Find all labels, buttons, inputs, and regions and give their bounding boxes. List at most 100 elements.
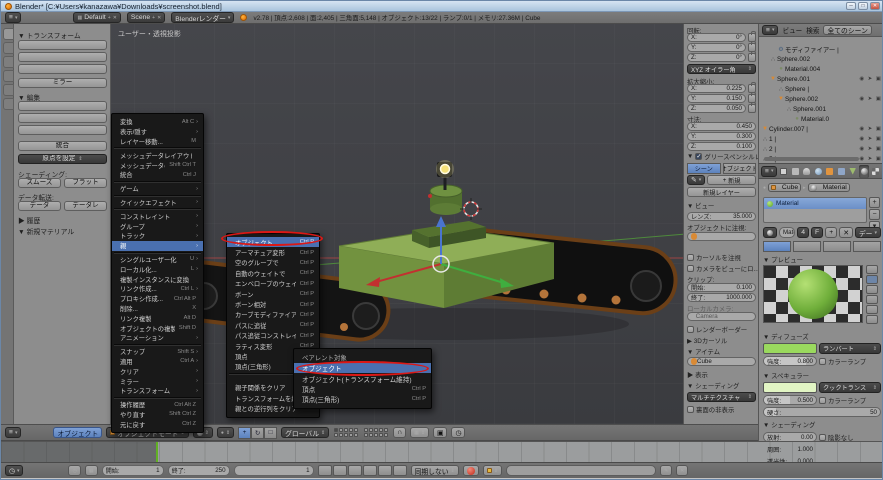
menu-item[interactable]: メッシュデータレイアウトを転送 — [112, 150, 203, 160]
outliner-row[interactable]: ⚙ モディファイアー | — [761, 44, 882, 54]
maximize-button[interactable]: □ — [858, 2, 868, 10]
breadcrumb-material[interactable]: Material — [823, 184, 847, 191]
fake-user-button[interactable]: F — [811, 227, 823, 238]
material-slot-list[interactable]: Material — [763, 197, 867, 223]
rotate-manipulator-button[interactable]: ↻ — [251, 427, 264, 439]
tab-material-icon[interactable] — [859, 165, 870, 178]
menu-item[interactable] — [112, 396, 203, 400]
tab-render-layers-icon[interactable] — [790, 165, 801, 178]
menu-item[interactable] — [112, 146, 203, 150]
submenu-item[interactable]: ボーン Ctrl P — [227, 289, 319, 299]
visibility-select-render-icons[interactable]: ◉ ➤ ▣ — [859, 146, 882, 152]
tab-scene-icon[interactable] — [801, 165, 812, 178]
material-name-field[interactable]: Mate — [779, 227, 795, 238]
dimension-field[interactable]: Y:0.300 — [687, 132, 756, 141]
submenu-item[interactable]: ボーン相対 Ctrl P — [227, 299, 319, 309]
shade-smooth-button[interactable]: スムーズ — [18, 178, 61, 188]
clip-end-field[interactable]: 終了:1000.000 — [687, 293, 756, 302]
transform-button[interactable] — [18, 52, 107, 62]
menu-item[interactable]: 元に戻す Ctrl Z — [112, 419, 203, 429]
submenu-item[interactable]: エンベロープのウェイトで Ctrl P — [227, 279, 319, 289]
lock-camera-checkbox[interactable] — [687, 265, 694, 272]
set-origin-dropdown[interactable]: 原点を設定⇕ — [18, 154, 107, 164]
menu-item[interactable]: トラック › — [112, 231, 203, 241]
material-type-tab[interactable] — [823, 241, 851, 252]
mirror-button[interactable]: ミラー — [18, 78, 107, 88]
specular-color-swatch[interactable] — [763, 382, 817, 393]
submenu-item[interactable]: アーマチュア変形 Ctrl P — [227, 247, 319, 257]
preview-panel-title[interactable]: ▼ プレビュー — [763, 255, 803, 264]
toolshelf-tab[interactable] — [3, 98, 14, 110]
render-opengl-button[interactable]: ▣ — [433, 427, 447, 438]
unlink-button[interactable]: ✕ — [839, 227, 853, 238]
outliner-item-label[interactable]: Sphere.002 — [777, 56, 810, 63]
sync-mode-dropdown[interactable]: 同期しない⇕ — [411, 465, 459, 476]
material-slot-name[interactable]: Material — [776, 200, 799, 207]
material-type-tab[interactable] — [763, 241, 791, 252]
menu-item[interactable]: 削除... X — [112, 304, 203, 314]
translate-manipulator-button[interactable]: + — [238, 427, 251, 439]
toolshelf-tab[interactable] — [3, 84, 14, 96]
shading-panel-title[interactable]: ▼ シェーディング — [687, 381, 739, 390]
rotation-field[interactable]: Z:0° — [687, 53, 746, 62]
data-button[interactable]: データ — [18, 201, 61, 211]
tab-world-icon[interactable] — [813, 165, 824, 178]
menu-item[interactable]: グループ › — [112, 221, 203, 231]
outliner-row[interactable]: ● Material.0 — [761, 114, 882, 124]
scale-field[interactable]: X:0.225 — [687, 84, 746, 93]
diffuse-intensity-slider[interactable]: 強度:0.800 — [763, 356, 817, 366]
tab-object-icon[interactable] — [824, 165, 835, 178]
render-engine-selector[interactable]: Blenderレンダー▾ — [171, 12, 234, 23]
preview-hair-button[interactable] — [866, 305, 878, 314]
toolshelf-tab[interactable] — [3, 56, 14, 68]
scale-manipulator-button[interactable]: □ — [264, 427, 277, 439]
menu-item[interactable] — [112, 180, 203, 184]
panel-history-title[interactable]: ▶ 履歴 — [18, 215, 40, 225]
item-panel-title[interactable]: ▼ アイテム — [687, 347, 720, 356]
editor-type-icon[interactable]: ≡▾ — [5, 427, 21, 438]
object-menu-button[interactable]: オブジェクト — [53, 427, 102, 438]
outliner-row[interactable]: ● Material.004 — [761, 64, 882, 74]
slot-remove-button[interactable]: − — [869, 209, 880, 220]
preview-flat-button[interactable] — [866, 265, 878, 274]
edit-button[interactable] — [18, 101, 107, 111]
panel-new-material-title[interactable]: ▼ 新規マテリアル — [18, 226, 74, 236]
breadcrumb-object[interactable]: Cube — [782, 184, 798, 191]
outliner-row[interactable]: ∴ Sphere | — [761, 84, 882, 94]
visibility-select-render-icons[interactable]: ◉ ➤ ▣ — [859, 126, 882, 132]
rotation-field[interactable]: Y:0° — [687, 43, 746, 52]
playback-button[interactable] — [318, 465, 332, 476]
editor-type-icon[interactable]: ◷▾ — [5, 465, 23, 476]
material-browse-button[interactable] — [763, 227, 777, 238]
outliner-hscrollbar[interactable] — [764, 157, 859, 161]
menu-item[interactable]: 複製インスタンスに変換 — [112, 274, 203, 284]
lock-cursor-checkbox[interactable] — [687, 254, 694, 261]
delete-keyframe-button[interactable]: ✕ — [676, 465, 688, 476]
playback-button[interactable] — [393, 465, 407, 476]
visibility-select-render-icons[interactable]: ◉ ➤ ▣ — [859, 96, 882, 102]
layers-grid[interactable] — [334, 428, 358, 437]
popup-item[interactable]: 頂点 Ctrl P — [294, 384, 431, 394]
outliner-item-label[interactable]: Sphere.001 — [777, 76, 810, 83]
editor-type-icon[interactable]: ≡▾ — [5, 12, 21, 23]
preview-range-toggle[interactable]: ◷ — [68, 465, 80, 476]
dimension-field[interactable]: X:0.450 — [687, 122, 756, 131]
display-panel-title[interactable]: ▶ 表示 — [687, 370, 708, 379]
submenu-item[interactable]: パスに追従 Ctrl P — [227, 320, 319, 330]
outliner-search-menu[interactable]: 検索 — [806, 25, 819, 35]
current-frame-field[interactable]: 1 — [234, 465, 314, 476]
panel-transform-title[interactable]: ▼ トランスフォーム — [18, 30, 81, 40]
shade-flat-button[interactable]: フラット — [64, 178, 107, 188]
outliner-item-label[interactable]: Sphere.001 — [793, 106, 826, 113]
popup-item[interactable]: オブジェクト(トランスフォーム維持) — [294, 373, 431, 383]
menu-item[interactable] — [112, 343, 203, 347]
lens-field[interactable]: レンズ:35.000 — [687, 212, 756, 221]
preview-sphere2-button[interactable] — [866, 315, 878, 324]
submenu-item[interactable]: 空のグループで Ctrl P — [227, 258, 319, 268]
menu-item[interactable]: クイックエフェクト › — [112, 198, 203, 208]
menu-item[interactable] — [112, 194, 203, 198]
outliner-item-label[interactable]: Material.0 — [801, 116, 829, 123]
gp-panel-caret[interactable]: ▼ — [687, 153, 693, 160]
render-border-checkbox[interactable] — [687, 326, 694, 333]
edit-button[interactable] — [18, 113, 107, 123]
